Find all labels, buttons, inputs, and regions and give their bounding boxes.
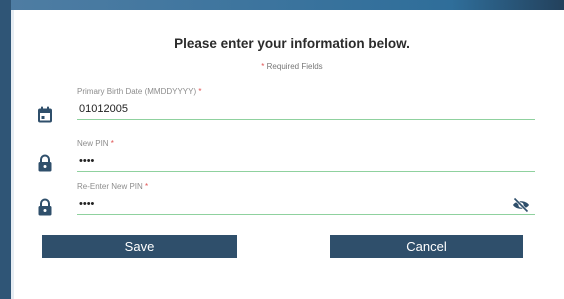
required-fields-note: * Required Fields xyxy=(0,62,564,71)
reenter-pin-underline xyxy=(77,214,535,215)
eye-off-icon[interactable] xyxy=(512,197,530,213)
new-pin-underline xyxy=(77,171,535,172)
left-accent-divider xyxy=(11,10,14,299)
save-button[interactable]: Save xyxy=(42,235,237,258)
birth-date-field[interactable]: Primary Birth Date (MMDDYYYY) * 01012005 xyxy=(77,87,535,120)
form-heading: Please enter your information below. xyxy=(174,36,410,51)
birth-date-input[interactable]: 01012005 xyxy=(77,101,535,117)
lock-icon xyxy=(37,198,53,216)
required-note-text: Required Fields xyxy=(266,62,323,71)
reenter-pin-field[interactable]: Re-Enter New PIN * •••• xyxy=(77,182,535,215)
top-accent-bar xyxy=(0,0,564,10)
new-pin-field[interactable]: New PIN * •••• xyxy=(77,139,535,172)
birth-date-underline xyxy=(77,119,535,120)
calendar-icon xyxy=(37,106,53,124)
required-star: * xyxy=(261,62,265,71)
reenter-pin-label: Re-Enter New PIN * xyxy=(77,182,149,191)
new-pin-label: New PIN * xyxy=(77,139,114,148)
lock-icon xyxy=(37,154,53,172)
new-pin-input[interactable]: •••• xyxy=(77,153,535,169)
cancel-button[interactable]: Cancel xyxy=(330,235,523,258)
birth-date-label: Primary Birth Date (MMDDYYYY) * xyxy=(77,87,202,96)
reenter-pin-input[interactable]: •••• xyxy=(77,196,535,212)
